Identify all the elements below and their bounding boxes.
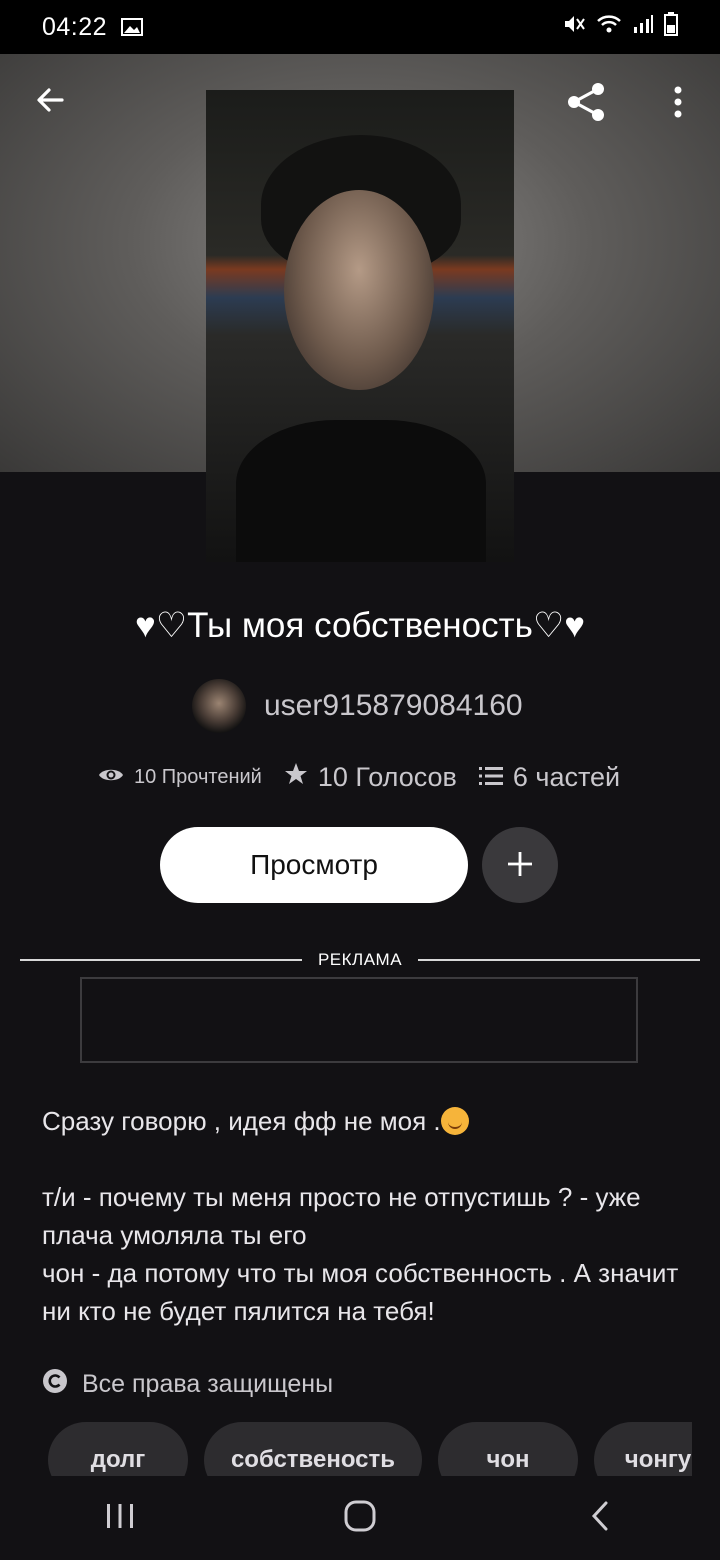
description-paragraph: т/и - почему ты меня просто не отпустишь… — [42, 1182, 641, 1250]
mute-icon — [562, 13, 586, 41]
share-icon — [564, 80, 608, 129]
tag-chip[interactable]: чонгук — [594, 1422, 692, 1476]
divider-line — [418, 959, 701, 961]
avatar[interactable] — [192, 679, 246, 733]
home-button[interactable] — [320, 1488, 400, 1548]
star-icon — [284, 762, 308, 793]
author-row[interactable]: user915879084160 — [192, 678, 523, 734]
copyright-icon — [42, 1368, 68, 1401]
description-line: Сразу говорю , идея фф не моя . — [42, 1102, 682, 1140]
divider-line — [20, 959, 302, 961]
back-nav-button[interactable] — [560, 1488, 640, 1548]
eye-icon — [98, 766, 124, 790]
ad-divider: РЕКЛАМА — [20, 948, 701, 972]
story-cover-image[interactable] — [206, 90, 514, 562]
more-options-button[interactable] — [660, 80, 696, 128]
recent-apps-button[interactable] — [80, 1488, 160, 1548]
signal-icon — [632, 13, 654, 41]
image-icon — [121, 18, 144, 36]
share-button[interactable] — [562, 80, 610, 128]
parts-count: 6 частей — [512, 762, 621, 792]
story-title: ♥♡Ты моя собственость♡♥ — [134, 606, 585, 645]
home-icon — [343, 1499, 377, 1538]
plus-icon — [506, 850, 534, 881]
more-vertical-icon — [673, 85, 683, 124]
parts-stat: 6 частей — [478, 762, 621, 793]
arrow-left-icon — [34, 84, 66, 121]
tags-row: долг собственость чон чонгук — [48, 1422, 692, 1476]
list-icon — [478, 762, 503, 793]
cover-figure-face — [284, 190, 434, 390]
smiling-face-icon — [440, 1107, 469, 1135]
view-button[interactable]: Просмотр — [160, 827, 468, 903]
recent-apps-icon — [105, 1502, 135, 1535]
votes-count: 10 Голосов — [317, 762, 457, 792]
status-time: 04:22 — [42, 12, 108, 41]
story-description: Сразу говорю , идея фф не моя . т/и - по… — [42, 1102, 682, 1330]
copyright-text: Все права защищены — [82, 1370, 334, 1398]
description-paragraph: чон - да потому что ты моя собственность… — [42, 1258, 679, 1326]
status-bar: 04:22 — [0, 0, 720, 54]
add-to-library-button[interactable] — [482, 827, 558, 903]
ad-slot[interactable] — [80, 977, 638, 1063]
ad-label: РЕКЛАМА — [317, 950, 403, 969]
chevron-left-icon — [590, 1500, 610, 1537]
system-nav-bar — [0, 1476, 720, 1560]
copyright-row: Все права защищены — [42, 1368, 333, 1401]
tag-chip[interactable]: долг — [48, 1422, 188, 1476]
tag-chip[interactable]: чон — [438, 1422, 578, 1476]
votes-stat: 10 Голосов — [284, 762, 457, 793]
reads-count: 10 Прочтений — [134, 766, 262, 788]
description-intro: Сразу говорю , идея фф не моя . — [42, 1106, 441, 1136]
tag-chip[interactable]: собственость — [204, 1422, 422, 1476]
back-button[interactable] — [28, 80, 72, 124]
author-name[interactable]: user915879084160 — [264, 689, 523, 723]
wifi-icon — [596, 13, 622, 41]
story-stats: 10 Прочтений 10 Голосов 6 частей — [98, 762, 620, 793]
cover-figure-body — [236, 420, 486, 562]
reads-stat: 10 Прочтений — [98, 766, 262, 790]
battery-icon — [664, 12, 678, 42]
